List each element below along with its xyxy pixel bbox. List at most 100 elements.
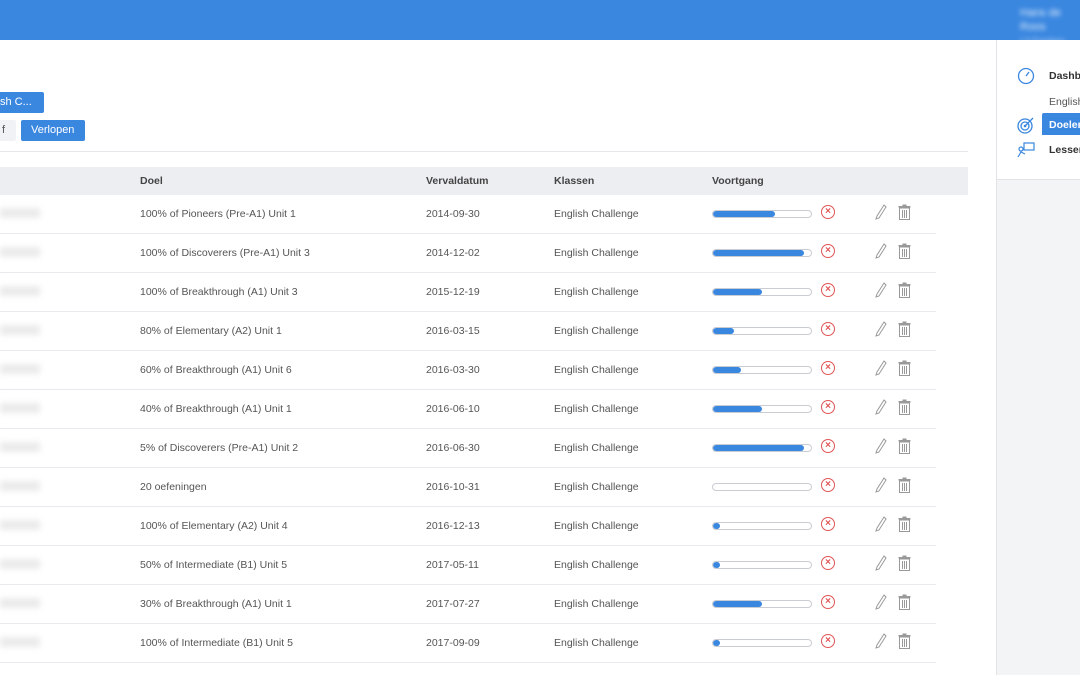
due-date-cell: 2017-07-27 bbox=[426, 598, 480, 610]
pencil-icon[interactable] bbox=[875, 243, 887, 259]
goal-cell: 5% of Discoverers (Pre-A1) Unit 2 bbox=[140, 442, 299, 454]
progress-fill bbox=[713, 523, 720, 529]
table-row[interactable]: 5% of Discoverers (Pre-A1) Unit 2 2016-06… bbox=[0, 429, 936, 468]
trash-icon[interactable] bbox=[898, 243, 911, 259]
progress-bar bbox=[712, 561, 812, 569]
table-row[interactable]: 20 oefeningen 2016-10-31 English Challenge… bbox=[0, 468, 936, 507]
trash-icon[interactable] bbox=[898, 555, 911, 571]
sidebar-item-dashboard[interactable]: Dashb bbox=[997, 65, 1080, 87]
pencil-icon[interactable] bbox=[875, 438, 887, 454]
close-circle-icon[interactable]: × bbox=[821, 205, 835, 219]
main-content: sh C... f Verlopen Doel Vervaldatum Klas… bbox=[0, 40, 996, 675]
class-cell: English Challenge bbox=[554, 325, 639, 337]
goal-cell: 100% of Pioneers (Pre-A1) Unit 1 bbox=[140, 208, 296, 220]
table-row[interactable]: 100% of Elementary (A2) Unit 4 2016-12-13… bbox=[0, 507, 936, 546]
due-date-cell: 2016-03-30 bbox=[426, 364, 480, 376]
progress-bar bbox=[712, 249, 812, 257]
col-header-vervaldatum[interactable]: Vervaldatum bbox=[426, 175, 488, 187]
pencil-icon[interactable] bbox=[875, 594, 887, 610]
class-cell: English Challenge bbox=[554, 247, 639, 259]
progress-fill bbox=[713, 367, 742, 373]
table-row[interactable]: 100% of Discoverers (Pre-A1) Unit 3 2014-… bbox=[0, 234, 936, 273]
trash-icon[interactable] bbox=[898, 204, 911, 220]
due-date-cell: 2016-12-13 bbox=[426, 520, 480, 532]
goal-cell: 80% of Elementary (A2) Unit 1 bbox=[140, 325, 282, 337]
progress-bar bbox=[712, 444, 812, 452]
col-header-voortgang[interactable]: Voortgang bbox=[712, 175, 764, 187]
due-date-cell: 2016-06-30 bbox=[426, 442, 480, 454]
sidebar-item-label: Doelen bbox=[1049, 119, 1080, 131]
table-row[interactable]: 50% of Intermediate (B1) Unit 5 2017-05-1… bbox=[0, 546, 936, 585]
pencil-icon[interactable] bbox=[875, 399, 887, 415]
sidebar-menu: Dashb English Doelen Lessen bbox=[997, 40, 1080, 180]
trash-icon[interactable] bbox=[898, 594, 911, 610]
close-circle-icon[interactable]: × bbox=[821, 634, 835, 648]
class-cell: English Challenge bbox=[554, 637, 639, 649]
pencil-icon[interactable] bbox=[875, 633, 887, 649]
student-name-blurred bbox=[0, 403, 40, 413]
sidebar-item-lessen[interactable]: Lessen bbox=[997, 139, 1080, 161]
close-circle-icon[interactable]: × bbox=[821, 439, 835, 453]
table-row[interactable]: 40% of Breakthrough (A1) Unit 1 2016-06-1… bbox=[0, 390, 936, 429]
sidebar-item-label: Lessen bbox=[1049, 144, 1080, 156]
class-cell: English Challenge bbox=[554, 598, 639, 610]
pencil-icon[interactable] bbox=[875, 204, 887, 220]
trash-icon[interactable] bbox=[898, 516, 911, 532]
close-circle-icon[interactable]: × bbox=[821, 595, 835, 609]
table-row[interactable]: 100% of Intermediate (B1) Unit 5 2017-09-… bbox=[0, 624, 936, 663]
table-row[interactable]: 60% of Breakthrough (A1) Unit 6 2016-03-3… bbox=[0, 351, 936, 390]
close-circle-icon[interactable]: × bbox=[821, 322, 835, 336]
progress-fill bbox=[713, 445, 805, 451]
student-name-blurred bbox=[0, 364, 40, 374]
close-circle-icon[interactable]: × bbox=[821, 361, 835, 375]
student-name-blurred bbox=[0, 520, 40, 530]
due-date-cell: 2016-10-31 bbox=[426, 481, 480, 493]
pencil-icon[interactable] bbox=[875, 321, 887, 337]
table-row[interactable]: 100% of Breakthrough (A1) Unit 3 2015-12-… bbox=[0, 273, 936, 312]
expired-filter-button[interactable]: Verlopen bbox=[21, 120, 85, 141]
divider bbox=[0, 151, 968, 152]
pencil-icon[interactable] bbox=[875, 555, 887, 571]
sidebar-item-doelen[interactable]: Doelen bbox=[997, 113, 1080, 135]
table-row[interactable]: 100% of Pioneers (Pre-A1) Unit 1 2014-09-… bbox=[0, 195, 936, 234]
class-cell: English Challenge bbox=[554, 442, 639, 454]
status-filter-button[interactable]: f bbox=[0, 120, 16, 141]
trash-icon[interactable] bbox=[898, 438, 911, 454]
class-cell: English Challenge bbox=[554, 286, 639, 298]
goal-cell: 30% of Breakthrough (A1) Unit 1 bbox=[140, 598, 292, 610]
due-date-cell: 2014-09-30 bbox=[426, 208, 480, 220]
student-name-blurred bbox=[0, 637, 40, 647]
progress-fill bbox=[713, 562, 720, 568]
due-date-cell: 2015-12-19 bbox=[426, 286, 480, 298]
pencil-icon[interactable] bbox=[875, 360, 887, 376]
lessons-icon bbox=[1017, 142, 1035, 158]
close-circle-icon[interactable]: × bbox=[821, 517, 835, 531]
pencil-icon[interactable] bbox=[875, 477, 887, 493]
table-row[interactable]: 30% of Breakthrough (A1) Unit 1 2017-07-2… bbox=[0, 585, 936, 624]
progress-fill bbox=[713, 601, 762, 607]
col-header-doel[interactable]: Doel bbox=[140, 175, 163, 187]
progress-bar bbox=[712, 483, 812, 491]
progress-bar bbox=[712, 210, 812, 218]
close-circle-icon[interactable]: × bbox=[821, 283, 835, 297]
trash-icon[interactable] bbox=[898, 360, 911, 376]
student-name-blurred bbox=[0, 286, 40, 296]
trash-icon[interactable] bbox=[898, 282, 911, 298]
trash-icon[interactable] bbox=[898, 633, 911, 649]
class-cell: English Challenge bbox=[554, 520, 639, 532]
trash-icon[interactable] bbox=[898, 321, 911, 337]
class-filter-button[interactable]: sh C... bbox=[0, 92, 44, 113]
close-circle-icon[interactable]: × bbox=[821, 400, 835, 414]
class-cell: English Challenge bbox=[554, 208, 639, 220]
pencil-icon[interactable] bbox=[875, 282, 887, 298]
trash-icon[interactable] bbox=[898, 399, 911, 415]
col-header-klassen[interactable]: Klassen bbox=[554, 175, 594, 187]
close-circle-icon[interactable]: × bbox=[821, 244, 835, 258]
sidebar-subitem-english[interactable]: English bbox=[1049, 96, 1080, 108]
pencil-icon[interactable] bbox=[875, 516, 887, 532]
goal-cell: 40% of Breakthrough (A1) Unit 1 bbox=[140, 403, 292, 415]
table-row[interactable]: 80% of Elementary (A2) Unit 1 2016-03-15 E… bbox=[0, 312, 936, 351]
close-circle-icon[interactable]: × bbox=[821, 556, 835, 570]
trash-icon[interactable] bbox=[898, 477, 911, 493]
close-circle-icon[interactable]: × bbox=[821, 478, 835, 492]
